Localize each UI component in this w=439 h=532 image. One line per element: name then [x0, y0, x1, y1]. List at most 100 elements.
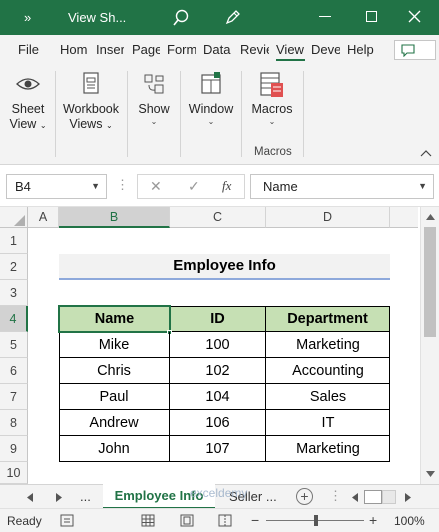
tab-view[interactable]: View	[276, 35, 305, 65]
tab-help[interactable]: Help	[347, 35, 377, 65]
formula-value: Name	[263, 179, 298, 194]
window-title: View Sh...	[68, 10, 127, 25]
restore-button[interactable]	[366, 11, 377, 22]
table-cell[interactable]: Marketing	[266, 436, 390, 462]
zoom-in-button[interactable]: +	[369, 512, 377, 528]
macros-label: Macros	[251, 102, 293, 116]
show-chevron-icon: ⌄	[150, 117, 158, 126]
row-header-3[interactable]: 3	[0, 280, 28, 306]
workbook-views-icon	[83, 72, 99, 94]
hscroll-right-icon[interactable]	[405, 493, 411, 502]
zoom-level[interactable]: 100%	[394, 514, 425, 528]
macros-chevron-icon: ⌄	[268, 117, 276, 126]
macros-group-label: Macros	[254, 146, 292, 158]
window-button[interactable]: Window ⌄	[186, 71, 236, 127]
zoom-out-button[interactable]: −	[251, 512, 259, 528]
table-cell[interactable]: 100	[170, 332, 266, 358]
table-cell[interactable]: 104	[170, 384, 266, 410]
table-cell[interactable]: Chris	[59, 358, 170, 384]
formula-bar: B4 ▼ ⋮ ✕ ✓ fx Name ▼	[0, 165, 439, 207]
table-cell[interactable]: John	[59, 436, 170, 462]
page-layout-view-icon[interactable]	[180, 514, 194, 527]
sheet-view-button[interactable]: Sheet View ⌄	[6, 71, 50, 133]
vertical-scrollbar[interactable]	[420, 207, 439, 484]
status-bar: Ready − + 100%	[0, 508, 439, 532]
minimize-button[interactable]	[319, 16, 331, 17]
accessibility-icon[interactable]	[60, 514, 74, 527]
table-cell[interactable]: 106	[170, 410, 266, 436]
column-header-b[interactable]: B	[59, 207, 170, 228]
row-header-2[interactable]: 2	[0, 254, 28, 280]
workbook-views-button[interactable]: Workbook Views ⌄	[60, 71, 122, 133]
row-header-7[interactable]: 7	[0, 384, 28, 410]
collapse-ribbon-icon[interactable]	[420, 149, 432, 157]
select-all-button[interactable]	[0, 207, 28, 228]
pen-icon[interactable]	[224, 8, 242, 26]
table-cell[interactable]: Sales	[266, 384, 390, 410]
macros-button[interactable]: Macros ⌄	[248, 71, 296, 127]
row-header-6[interactable]: 6	[0, 358, 28, 384]
row-header-1[interactable]: 1	[0, 228, 28, 254]
table-cell[interactable]: Marketing	[266, 332, 390, 358]
table-cell[interactable]: Accounting	[266, 358, 390, 384]
header-department[interactable]: Department	[266, 306, 390, 332]
sheet-scroll-right-icon[interactable]	[56, 493, 62, 502]
tab-review[interactable]: Revie	[240, 35, 269, 65]
column-header-a[interactable]: A	[28, 207, 59, 228]
sheet-title: Employee Info	[59, 254, 390, 280]
quick-access-more-button[interactable]: »	[24, 0, 31, 35]
scroll-up-icon[interactable]	[426, 214, 435, 220]
row-header-4[interactable]: 4	[0, 306, 28, 332]
tab-file[interactable]: File	[18, 35, 42, 65]
horizontal-scroll-track[interactable]	[382, 490, 396, 504]
tab-formulas[interactable]: Form	[167, 35, 196, 65]
tab-data[interactable]: Data	[203, 35, 232, 65]
comments-button[interactable]	[394, 40, 436, 60]
table-cell[interactable]: 102	[170, 358, 266, 384]
tab-developer[interactable]: Deve	[311, 35, 340, 65]
page-break-view-icon[interactable]	[218, 514, 232, 527]
scroll-down-icon[interactable]	[426, 471, 435, 477]
table-cell[interactable]: Paul	[59, 384, 170, 410]
show-label: Show	[138, 102, 170, 116]
formula-bar-dots: ⋮	[116, 177, 129, 192]
formula-input[interactable]: Name ▼	[250, 174, 434, 199]
close-icon[interactable]	[408, 10, 421, 23]
sheet-bar-divider: ⋮	[329, 488, 342, 503]
row-header-5[interactable]: 5	[0, 332, 28, 358]
column-header-c[interactable]: C	[170, 207, 266, 228]
cancel-button[interactable]: ✕	[150, 178, 162, 195]
window-chevron-icon: ⌄	[207, 117, 215, 126]
tab-insert[interactable]: Inser	[96, 35, 124, 65]
enter-button[interactable]: ✓	[188, 178, 200, 195]
sheet-scroll-left-icon[interactable]	[27, 493, 33, 502]
tab-page-layout[interactable]: Page	[132, 35, 160, 65]
table-cell[interactable]: Mike	[59, 332, 170, 358]
row-header-10[interactable]: 10	[0, 462, 28, 484]
show-button[interactable]: Show ⌄	[134, 71, 174, 127]
name-box-dropdown-icon[interactable]: ▼	[91, 175, 100, 198]
name-box[interactable]: B4 ▼	[6, 174, 107, 199]
name-box-value: B4	[15, 179, 31, 194]
more-sheets-left-button[interactable]: ...	[80, 489, 91, 504]
sheet-view-label-1: Sheet	[11, 102, 45, 116]
vertical-scroll-thumb[interactable]	[424, 227, 436, 337]
hscroll-left-icon[interactable]	[352, 493, 358, 502]
table-cell[interactable]: IT	[266, 410, 390, 436]
column-header-d[interactable]: D	[266, 207, 390, 228]
tab-home[interactable]: Hom	[60, 35, 88, 65]
eye-icon	[16, 78, 40, 90]
search-icon[interactable]	[172, 9, 190, 27]
row-header-9[interactable]: 9	[0, 436, 28, 462]
horizontal-scroll-thumb[interactable]	[364, 490, 382, 504]
add-sheet-button[interactable]: +	[296, 488, 313, 505]
row-header-8[interactable]: 8	[0, 410, 28, 436]
normal-view-icon[interactable]	[141, 514, 155, 527]
header-id[interactable]: ID	[170, 306, 266, 332]
table-cell[interactable]: Andrew	[59, 410, 170, 436]
workbook-views-label-2: Views ⌄	[69, 117, 113, 131]
table-cell[interactable]: 107	[170, 436, 266, 462]
formula-expand-icon[interactable]: ▼	[418, 175, 427, 198]
insert-function-button[interactable]: fx	[222, 178, 231, 194]
zoom-slider-thumb[interactable]	[314, 515, 318, 526]
